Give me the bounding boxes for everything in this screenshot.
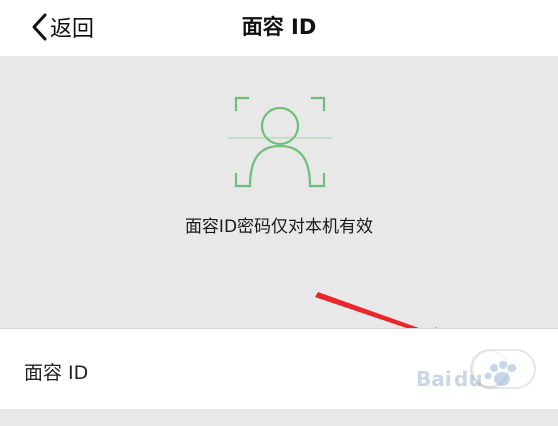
face-id-icon xyxy=(228,96,332,188)
svg-text:Bai: Bai xyxy=(416,367,452,391)
page-title: 面容 ID xyxy=(241,15,317,39)
face-id-description: 面容ID密码仅对本机有效 xyxy=(184,217,374,237)
face-id-label: 面容 ID xyxy=(24,362,89,384)
svg-text:du: du xyxy=(454,367,483,391)
face-id-hero: 面容ID密码仅对本机有效 xyxy=(0,56,558,328)
baidu-watermark-logo: Bai du xyxy=(416,361,516,391)
navigation-bar: 返回 面容 ID xyxy=(0,0,558,56)
footer-section-gap xyxy=(0,409,558,426)
